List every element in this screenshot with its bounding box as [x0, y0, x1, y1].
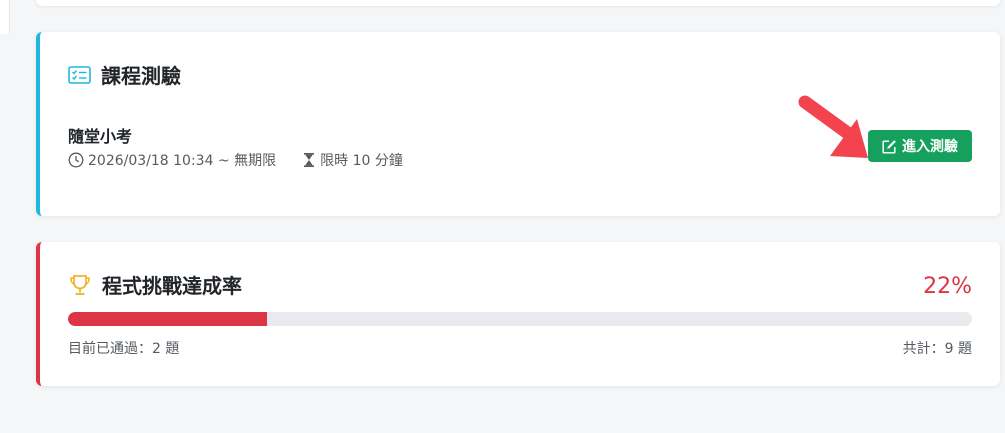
completion-progress-fill	[68, 312, 267, 326]
trophy-icon	[68, 273, 92, 297]
quiz-time-limit-text: 限時 10 分鐘	[320, 153, 403, 169]
passed-count: 目前已通過：2 題	[68, 341, 180, 357]
page: 課程測驗 隨堂小考 2026/03/18 10:34 ~ 無期限 限時 10 分…	[0, 0, 1005, 433]
quiz-card: 課程測驗 隨堂小考 2026/03/18 10:34 ~ 無期限 限時 10 分…	[36, 32, 1000, 216]
total-count: 共計：9 題	[902, 341, 972, 357]
checklist-icon	[68, 65, 91, 84]
side-panel-edge	[0, 0, 10, 34]
challenge-card-header: 程式挑戰達成率	[68, 270, 242, 299]
completion-percent: 22%	[923, 274, 972, 299]
quiz-time-range-text: 2026/03/18 10:34 ~ 無期限	[88, 153, 277, 169]
quiz-card-title: 課程測驗	[101, 64, 181, 88]
enter-quiz-label: 進入測驗	[902, 139, 958, 155]
quiz-name: 隨堂小考	[68, 127, 133, 146]
quiz-meta: 2026/03/18 10:34 ~ 無期限 限時 10 分鐘	[68, 150, 403, 170]
completion-progress-bar	[68, 312, 972, 326]
challenge-card-title: 程式挑戰達成率	[102, 274, 242, 298]
quiz-time-limit: 限時 10 分鐘	[302, 150, 403, 170]
enter-quiz-button[interactable]: 進入測驗	[868, 130, 972, 162]
pointer-arrow-icon	[795, 92, 879, 168]
quiz-time-range: 2026/03/18 10:34 ~ 無期限	[68, 150, 276, 170]
quiz-card-header: 課程測驗	[68, 60, 181, 89]
hourglass-icon	[302, 152, 316, 168]
previous-card	[36, 0, 1000, 6]
challenge-card: 程式挑戰達成率 22% 目前已通過：2 題 共計：9 題	[36, 242, 1000, 386]
edit-icon	[882, 139, 897, 154]
clock-icon	[68, 152, 84, 168]
